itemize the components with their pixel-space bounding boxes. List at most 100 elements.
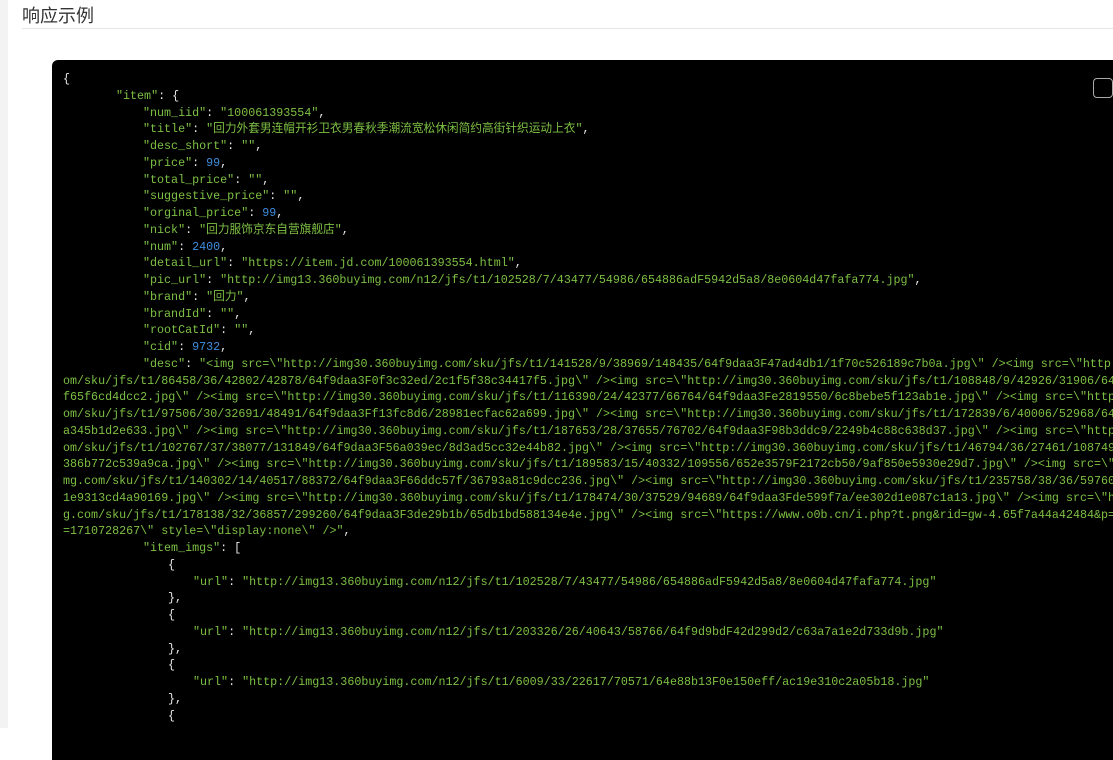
json-punctuation: : <box>206 273 221 287</box>
section-title: 响应示例 <box>22 6 94 27</box>
json-punctuation: : <box>228 624 243 639</box>
json-punctuation: , <box>220 155 228 170</box>
json-punctuation: : <box>185 356 200 371</box>
code-line: om/sku/jfs/t1/86458/36/42802/42878/64f9d… <box>63 373 1113 390</box>
json-punctuation: : <box>185 222 200 237</box>
code-line: "total_price": "", <box>63 172 1113 189</box>
code-line: om/sku/jfs/t1/102767/37/38077/131849/64f… <box>63 440 1113 457</box>
code-line: "brand": "回力", <box>63 289 1113 306</box>
json-string: "100061393554" <box>220 105 319 120</box>
code-line: "desc_short": "", <box>63 138 1113 155</box>
json-key: "desc" <box>143 356 186 371</box>
code-line: "title": "回力外套男连帽开衫卫衣男春秋季潮流宽松休闲简约高街针织运动上… <box>63 121 1113 138</box>
code-line: g.com/sku/jfs/t1/178138/32/36857/299260/… <box>63 507 1113 524</box>
json-key: "brandId" <box>143 306 207 321</box>
json-key: "detail_url" <box>143 256 228 271</box>
json-punctuation: : <box>178 340 193 354</box>
json-key: "rootCatId" <box>143 323 221 338</box>
json-key: "item" <box>116 88 159 103</box>
json-string: "" <box>220 306 235 321</box>
code-line: }, <box>63 691 1113 708</box>
json-string: "https://item.jd.com/100061393554.html" <box>241 256 515 271</box>
json-punctuation: { <box>168 658 176 673</box>
code-line: { <box>63 607 1113 624</box>
json-string: g.com/sku/jfs/t1/178138/32/36857/299260/… <box>63 507 1113 522</box>
json-key: "suggestive_price" <box>143 189 270 204</box>
code-line: { <box>63 657 1113 674</box>
json-punctuation: , <box>262 172 270 187</box>
json-key: "price" <box>143 155 193 170</box>
code-line: }, <box>63 641 1113 658</box>
json-punctuation: , <box>318 105 326 120</box>
json-key: "brand" <box>143 289 193 304</box>
json-string: "回力服饰京东自营旗舰店" <box>199 222 342 237</box>
code-line: f65f6cd4dcc2.jpg\" /><img src=\"http://i… <box>63 389 1113 406</box>
json-number: 99 <box>262 206 277 220</box>
json-string: a345b1d2e633.jpg\" /><img src=\"http://i… <box>63 423 1113 438</box>
json-punctuation: : <box>269 189 284 204</box>
json-number: 9732 <box>192 340 221 354</box>
json-punctuation: , <box>297 189 305 204</box>
json-key: "nick" <box>143 222 186 237</box>
response-example-code-block: {"item": {"num_iid": "100061393554", "tit… <box>52 60 1113 760</box>
code-line: "nick": "回力服饰京东自营旗舰店", <box>63 222 1113 239</box>
json-punctuation: : <box>228 675 243 689</box>
json-number: 2400 <box>192 239 221 254</box>
json-punctuation: : <box>192 122 207 137</box>
json-key: "url" <box>193 624 229 639</box>
json-punctuation: : <box>192 289 207 304</box>
json-punctuation: }, <box>168 591 183 606</box>
json-string: "http://img13.360buyimg.com/n12/jfs/t1/1… <box>242 574 937 589</box>
json-punctuation: , <box>582 122 590 137</box>
code-line: "pic_url": "http://img13.360buyimg.com/n… <box>63 272 1113 289</box>
json-punctuation: : <box>178 239 193 254</box>
json-punctuation: { <box>168 608 176 622</box>
code-line: "num_iid": "100061393554", <box>63 105 1113 122</box>
code-line: { <box>63 71 1113 88</box>
code-line: "brandId": "", <box>63 306 1113 323</box>
json-string: "http://img13.360buyimg.com/n12/jfs/t1/2… <box>242 624 944 639</box>
json-punctuation: }, <box>168 641 183 656</box>
json-punctuation: , <box>514 256 522 271</box>
divider <box>22 28 1113 29</box>
json-punctuation: { <box>168 708 176 723</box>
json-punctuation: : <box>234 172 249 187</box>
json-punctuation: : <box>206 105 221 120</box>
json-string: "http://img13.360buyimg.com/n12/jfs/t1/6… <box>242 675 930 689</box>
code-line: "cid": 9732, <box>63 339 1113 356</box>
json-key: "num_iid" <box>143 105 207 120</box>
json-punctuation: , <box>255 139 263 153</box>
json-punctuation: , <box>220 340 228 354</box>
code-line: "item_imgs": [ <box>63 540 1113 557</box>
json-punctuation: , <box>914 273 922 287</box>
json-key: "cid" <box>143 340 179 354</box>
code-line: 1e9313cd4a90169.jpg\" /><img src=\"http:… <box>63 490 1113 507</box>
code-line: "num": 2400, <box>63 239 1113 256</box>
code-line: { <box>63 557 1113 574</box>
code-line: mg.com/sku/jfs/t1/140302/14/40517/88372/… <box>63 473 1113 490</box>
json-string: "回力外套男连帽开衫卫衣男春秋季潮流宽松休闲简约高街针织运动上衣" <box>206 122 583 137</box>
code-line: "detail_url": "https://item.jd.com/10006… <box>63 255 1113 272</box>
json-punctuation: , <box>248 323 256 338</box>
code-line: "item": { <box>63 88 1113 105</box>
json-key: "pic_url" <box>143 273 207 287</box>
json-punctuation: }, <box>168 691 183 706</box>
json-key: "desc_short" <box>143 139 228 153</box>
code-line: "price": 99, <box>63 155 1113 172</box>
json-punctuation: : <box>192 155 207 170</box>
json-punctuation: : <box>248 206 263 220</box>
json-string: om/sku/jfs/t1/97506/30/32691/48491/64f9d… <box>63 407 1113 421</box>
json-key: "orginal_price" <box>143 206 249 220</box>
code-line: "url": "http://img13.360buyimg.com/n12/j… <box>63 674 1113 691</box>
json-key: "url" <box>193 675 229 689</box>
json-string: "" <box>234 323 249 338</box>
json-string: 386b772c539a9ca.jpg\" /><img src=\"http:… <box>63 457 1113 472</box>
json-key: "num" <box>143 239 179 254</box>
json-key: "total_price" <box>143 172 235 187</box>
json-string: om/sku/jfs/t1/86458/36/42802/42878/64f9d… <box>63 373 1113 388</box>
code-line: "orginal_price": 99, <box>63 205 1113 222</box>
json-punctuation: : <box>228 574 243 589</box>
json-string: "" <box>248 172 263 187</box>
json-punctuation: { <box>63 72 71 86</box>
json-string: mg.com/sku/jfs/t1/140302/14/40517/88372/… <box>63 474 1113 488</box>
